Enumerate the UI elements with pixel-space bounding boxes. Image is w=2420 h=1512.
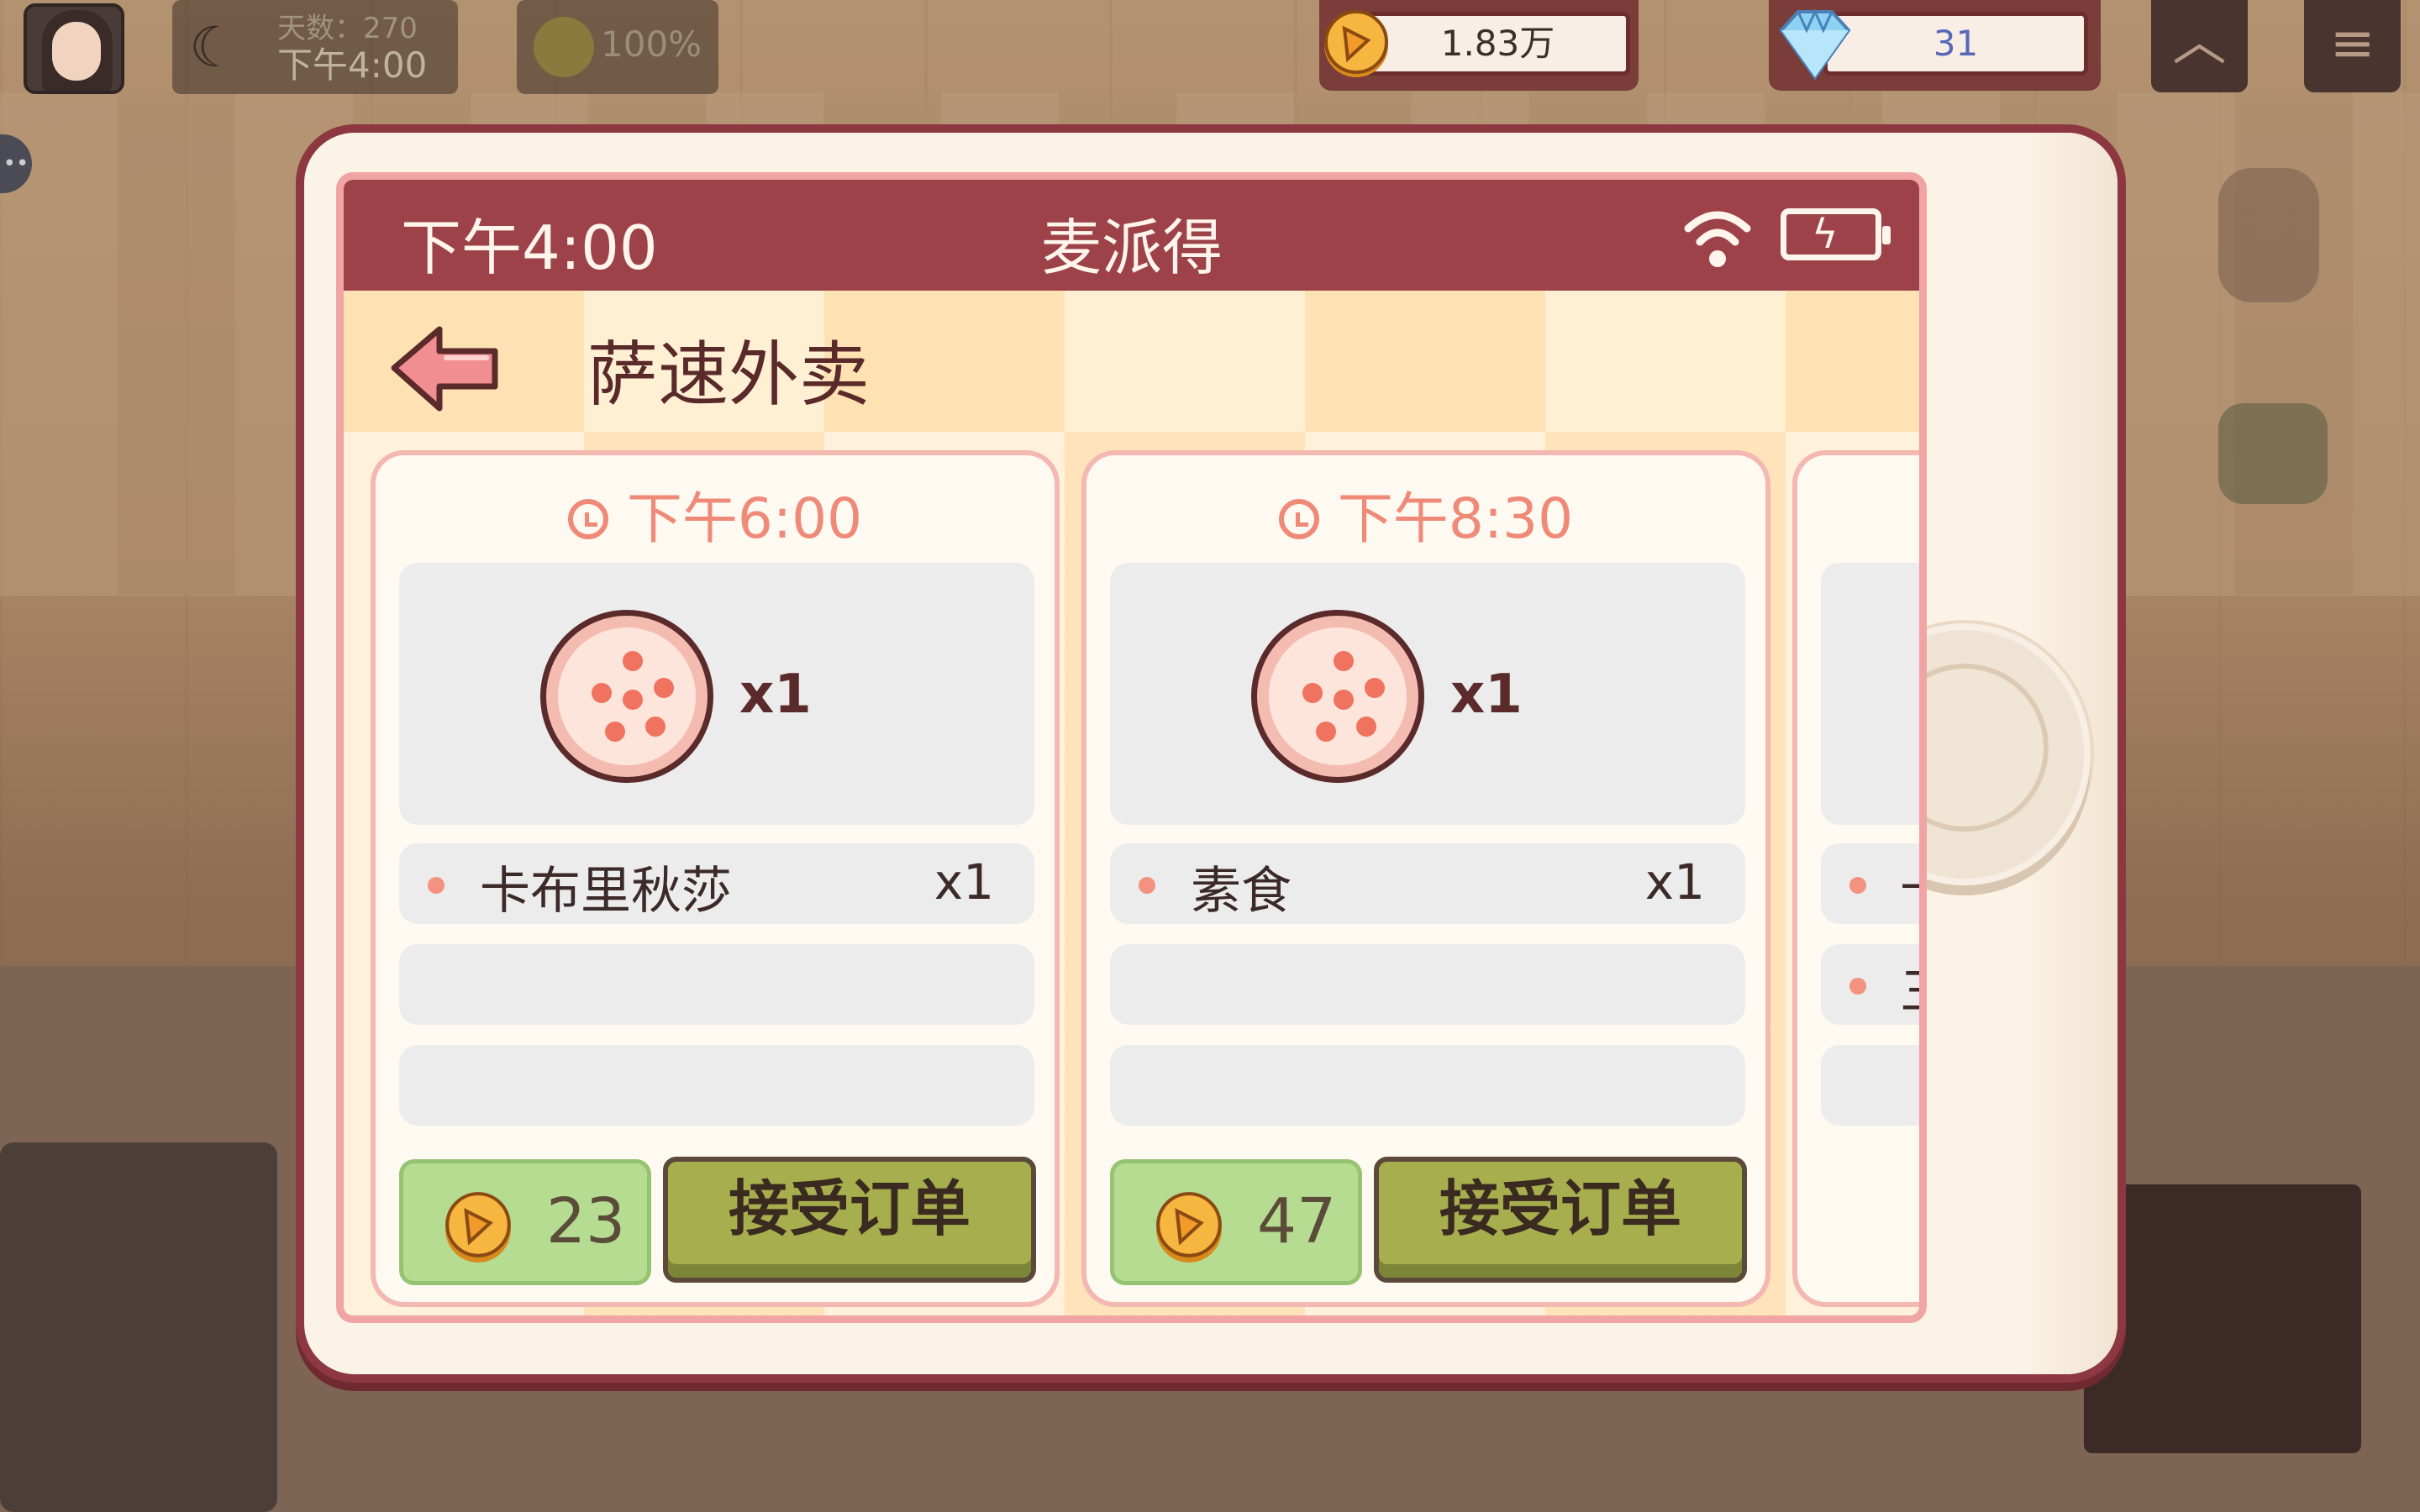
order-card: 下午8:30 x1 素食 x1 47 接受订单 [1081,450,1770,1307]
order-item-name: 卡 [1900,850,1919,923]
order-item-row-empty [1110,1045,1745,1126]
order-time: 下午6:00 [376,474,1055,554]
reward-box: 47 [1110,1159,1362,1285]
pizza-topping [623,690,643,710]
pizza-icon [540,610,713,783]
order-item-count: x1 [934,853,994,911]
order-item-name: 卡布里秋莎 [480,862,732,921]
clock-icon [567,499,608,539]
battery-icon: ϟ [1781,208,1891,260]
coin-value: 1.83万 [1365,12,1630,76]
status-bar: 下午4:00 麦派得 ϟ [344,180,1919,291]
day-time-panel: ☾ 天数：270 下午4:00 [172,0,458,94]
pizza-topping [654,678,674,698]
menu-icon[interactable]: ≡ [2304,0,2401,92]
order-image-box: x1 [399,563,1034,825]
order-image-box [1821,563,1919,825]
order-item-name: 素食 [1191,862,1292,921]
page-title: 萨速外卖 [587,333,871,416]
pizza-icon [1251,610,1424,783]
order-item-row-empty [1821,1045,1919,1126]
mood-panel: 100% [517,0,718,94]
smiley-icon [534,17,594,77]
order-time: 下午8:30 [1086,474,1765,554]
pizza-topping [1302,683,1323,703]
order-item-row-empty [399,944,1034,1025]
order-time-label: 下午8:30 [1337,486,1574,551]
order-item-row: 三 [1821,944,1919,1025]
order-image-box: x1 [1110,563,1745,825]
order-item-row: 卡 [1821,843,1919,924]
pizza-topping [592,683,612,703]
bullet-icon [1849,877,1866,894]
pizza-topping [1334,651,1354,671]
header-band [344,291,1919,432]
coin-counter[interactable]: 1.83万 [1319,0,1639,91]
order-item-row-empty [1110,944,1745,1025]
order-item-row: 素食 x1 [1110,843,1745,924]
diamond-icon [1779,8,1851,81]
accept-order-button[interactable]: 接受订单 [1374,1157,1747,1283]
order-card-partial: 卡 三 [1792,450,1919,1307]
pizza-topping [1356,717,1376,737]
order-quantity: x1 [1450,664,1523,726]
pizza-topping [1365,678,1385,698]
app-title: 麦派得 [1041,213,1223,283]
player-avatar[interactable] [24,3,124,94]
order-time-label: 下午6:00 [626,486,863,551]
bullet-icon [428,877,445,894]
tablet-screen: 下午4:00 麦派得 ϟ 萨速外卖 下午6:00 x1 卡布里秋莎 x1 23 … [336,172,1927,1323]
accept-order-button[interactable]: 接受订单 [663,1157,1036,1283]
dish-icon[interactable] [2218,168,2319,302]
order-item-row-empty [399,1045,1034,1126]
pizza-topping [1316,722,1336,742]
wifi-icon [1684,211,1751,267]
reward-value: 47 [1257,1185,1337,1257]
cash-register[interactable] [0,1142,277,1512]
game-time: 下午4:00 [277,45,428,86]
order-item-name: 三 [1900,951,1919,1024]
pizza-topping [645,717,666,737]
coin-icon [445,1192,511,1263]
order-item-count: x1 [1644,853,1705,911]
chevron-up-icon[interactable]: ︿ [2151,0,2248,92]
bullet-icon [1139,877,1155,894]
pizza-topping [1334,690,1354,710]
coin-icon [1324,10,1388,77]
avatar-face [52,22,101,81]
coin-icon [1156,1192,1222,1263]
herbs-icon[interactable] [2218,403,2328,504]
clock-icon [1278,499,1319,539]
status-time: 下午4:00 [401,213,658,283]
reward-value: 23 [546,1185,626,1257]
pizza-topping [605,722,625,742]
mood-percent: 100% [601,24,702,65]
order-quantity: x1 [739,664,812,726]
back-arrow-icon[interactable] [387,321,505,415]
reward-box: 23 [399,1159,651,1285]
order-item-row: 卡布里秋莎 x1 [399,843,1034,924]
pizza-topping [623,651,643,671]
gem-value: 31 [1823,12,2088,76]
gem-counter[interactable]: 31 [1769,0,2101,91]
moon-icon: ☾ [189,15,239,80]
order-card: 下午6:00 x1 卡布里秋莎 x1 23 接受订单 [371,450,1060,1307]
bullet-icon [1849,978,1866,995]
